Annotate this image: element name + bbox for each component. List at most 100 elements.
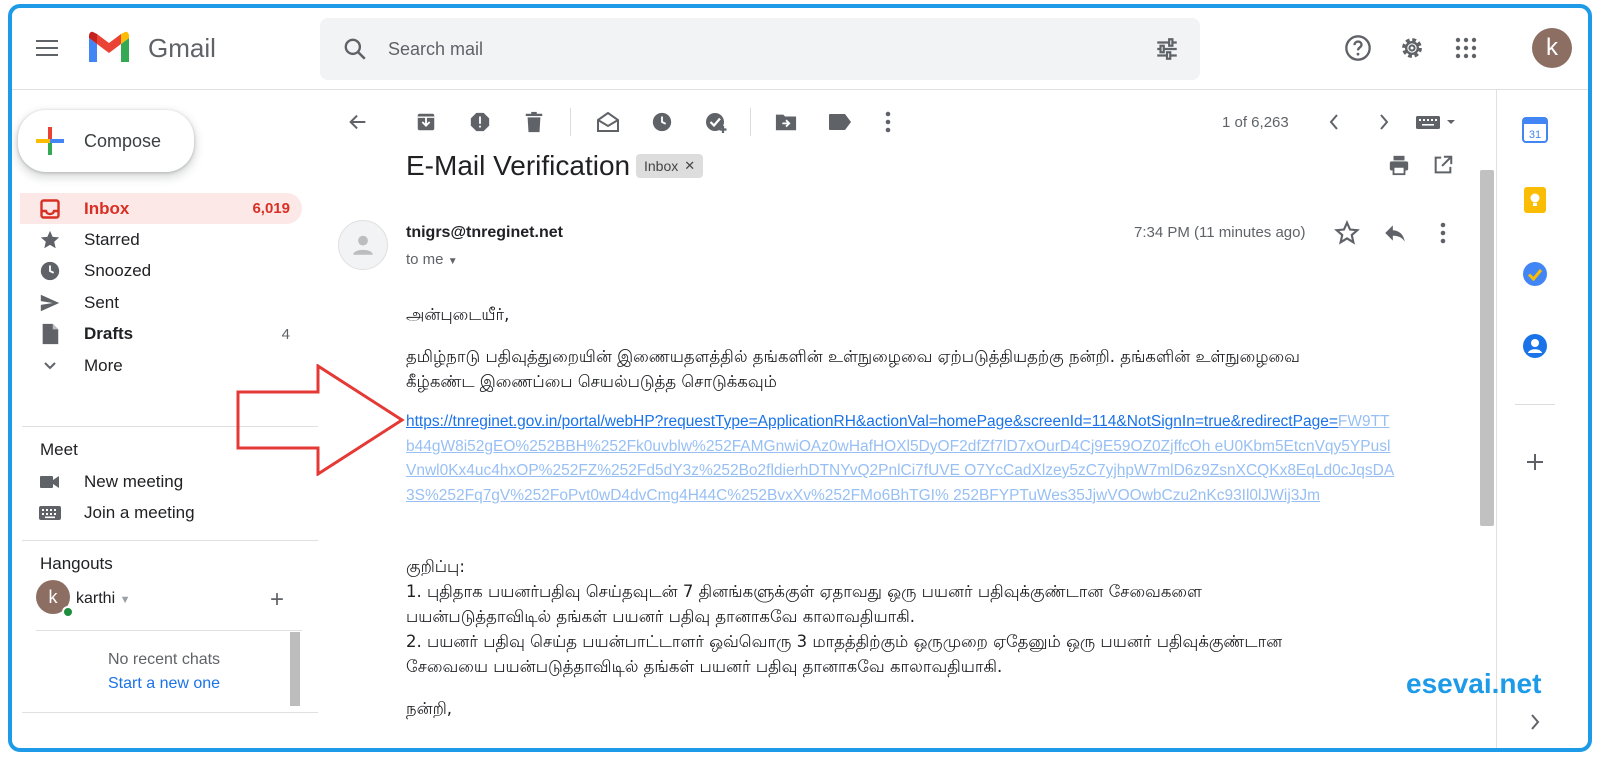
sidebar-item-inbox[interactable]: Inbox 6,019 — [20, 193, 302, 225]
contacts-icon[interactable] — [1519, 330, 1551, 362]
clock-icon — [38, 259, 62, 283]
sidebar-item-label: More — [84, 355, 123, 375]
recent-chats-panel: No recent chats Start a new one — [36, 630, 302, 706]
person-icon — [353, 235, 373, 255]
archive-icon[interactable] — [406, 102, 446, 142]
input-tools-keyboard-icon[interactable] — [1410, 102, 1466, 142]
search-input[interactable] — [388, 36, 1128, 62]
toolbar-separator — [570, 108, 571, 136]
snooze-clock-icon[interactable] — [642, 102, 682, 142]
email-timestamp: 7:34 PM (11 minutes ago) — [1134, 224, 1306, 241]
label-tag-icon[interactable] — [820, 102, 860, 142]
no-recent-chats-text: No recent chats — [108, 651, 221, 668]
add-chat-icon[interactable]: + — [270, 588, 284, 612]
tasks-icon[interactable] — [1519, 258, 1551, 290]
sidebar-nav: Inbox 6,019 Starred Snoozed Sent Drafts … — [20, 193, 302, 381]
meet-section-title: Meet — [40, 440, 78, 459]
sender-email[interactable]: tnigrs@tnreginet.net — [406, 224, 563, 242]
send-icon — [38, 291, 62, 315]
side-panel: 31 — [1496, 90, 1588, 748]
help-icon[interactable] — [1342, 32, 1374, 64]
newer-chevron-left-icon[interactable] — [1314, 102, 1354, 142]
chats-scrollbar[interactable] — [290, 632, 300, 706]
unread-count: 6,019 — [252, 200, 290, 218]
app-frame: Gmail k Compose Inbox 6,01 — [8, 4, 1592, 752]
online-status-dot — [62, 606, 74, 618]
toolbar-separator — [750, 108, 751, 136]
annotation-arrow — [236, 364, 405, 476]
move-to-icon[interactable] — [766, 102, 806, 142]
note-title: குறிப்பு: — [406, 557, 465, 576]
sidebar-item-label: Starred — [84, 230, 140, 250]
message-toolbar: 1 of 6,263 — [320, 102, 1480, 152]
back-arrow-icon[interactable] — [338, 102, 378, 142]
star-outline-icon[interactable] — [1334, 220, 1360, 251]
star-icon — [38, 228, 62, 252]
calendar-icon[interactable]: 31 — [1519, 114, 1551, 146]
join-meeting-label: Join a meeting — [84, 503, 195, 522]
search-options-icon[interactable] — [1154, 36, 1180, 62]
remove-label-icon[interactable]: ✕ — [684, 158, 695, 174]
compose-label: Compose — [84, 130, 162, 151]
settings-gear-icon[interactable] — [1396, 32, 1428, 64]
open-in-new-window-icon[interactable] — [1432, 154, 1454, 181]
email-greeting: அன்புடையீர், — [406, 305, 510, 324]
apps-grid-icon[interactable] — [1450, 32, 1482, 64]
note-line: 2. பயனர் பதிவு செய்த பயன்பாட்டாளர் ஒவ்வொ… — [406, 632, 1283, 651]
join-meeting-button[interactable]: Join a meeting — [38, 501, 195, 525]
note-line: பயன்படுத்தாவிடில் தங்கள் பயனர் பதிவு தான… — [406, 607, 916, 626]
add-to-tasks-icon[interactable] — [696, 102, 736, 142]
report-spam-icon[interactable] — [460, 102, 500, 142]
divider — [22, 712, 318, 713]
inbox-icon — [38, 197, 62, 221]
inbox-label-text: Inbox — [644, 158, 679, 174]
message-more-vertical-icon[interactable] — [1440, 222, 1446, 249]
sidebar-item-drafts[interactable]: Drafts 4 — [20, 319, 302, 350]
search-bar[interactable] — [320, 18, 1200, 80]
note-line: 1. புதிதாக பயனர்பதிவு செய்தவுடன் 7 தினங்… — [406, 582, 1202, 601]
sidebar-item-starred[interactable]: Starred — [20, 224, 302, 255]
reply-icon[interactable] — [1382, 220, 1408, 251]
recipient-text: to me — [406, 251, 444, 268]
drafts-count: 4 — [281, 325, 290, 343]
keep-notes-icon[interactable] — [1519, 184, 1551, 216]
divider — [22, 540, 318, 541]
sidebar-item-label: Sent — [84, 292, 119, 312]
draft-icon — [38, 322, 62, 346]
recipient-details[interactable]: to me ▼ — [406, 251, 458, 268]
mark-unread-icon[interactable] — [588, 102, 628, 142]
video-camera-icon — [40, 476, 59, 488]
search-icon[interactable] — [342, 36, 368, 62]
gmail-wordmark: Gmail — [148, 33, 216, 63]
hangouts-section-title: Hangouts — [40, 554, 113, 573]
sender-avatar[interactable] — [338, 220, 388, 270]
inbox-label-chip[interactable]: Inbox ✕ — [636, 154, 704, 178]
note-line: சேவையை பயன்படுத்தாவிடில் தங்கள் பயனர் பத… — [406, 657, 1003, 676]
delete-trash-icon[interactable] — [514, 102, 554, 142]
main-menu-button[interactable] — [32, 32, 64, 64]
pagination-count: 1 of 6,263 — [1222, 114, 1289, 131]
watermark-text: esevai.net — [1406, 668, 1542, 699]
hangouts-contact-name[interactable]: karthi ▼ — [76, 590, 130, 608]
email-paragraph-line: தமிழ்நாடு பதிவுத்துறையின் இணையதளத்தில் த… — [406, 347, 1300, 366]
sidebar-item-snoozed[interactable]: Snoozed — [20, 256, 302, 287]
start-new-chat-link[interactable]: Start a new one — [108, 675, 220, 693]
expand-panel-chevron-icon[interactable] — [1519, 706, 1551, 738]
print-icon[interactable] — [1388, 154, 1410, 181]
sidebar-item-label: Drafts — [84, 324, 134, 344]
sidebar-item-sent[interactable]: Sent — [20, 287, 302, 318]
compose-button[interactable]: Compose — [18, 110, 194, 172]
new-meeting-label: New meeting — [84, 472, 184, 491]
new-meeting-button[interactable]: New meeting — [38, 470, 183, 494]
older-chevron-right-icon[interactable] — [1364, 102, 1404, 142]
svg-text:31: 31 — [1529, 129, 1541, 141]
more-vertical-icon[interactable] — [868, 102, 908, 142]
message-scrollbar[interactable] — [1480, 170, 1494, 526]
verification-link[interactable]: https://tnreginet.gov.in/portal/webHP?re… — [406, 410, 1396, 508]
link-visible-part: https://tnreginet.gov.in/portal/webHP?re… — [406, 413, 1338, 430]
keyboard-icon — [39, 506, 61, 520]
caret-down-icon: ▼ — [447, 256, 458, 267]
header: Gmail k — [12, 8, 1588, 90]
account-avatar[interactable]: k — [1532, 28, 1572, 68]
get-addons-plus-icon[interactable] — [1519, 446, 1551, 478]
